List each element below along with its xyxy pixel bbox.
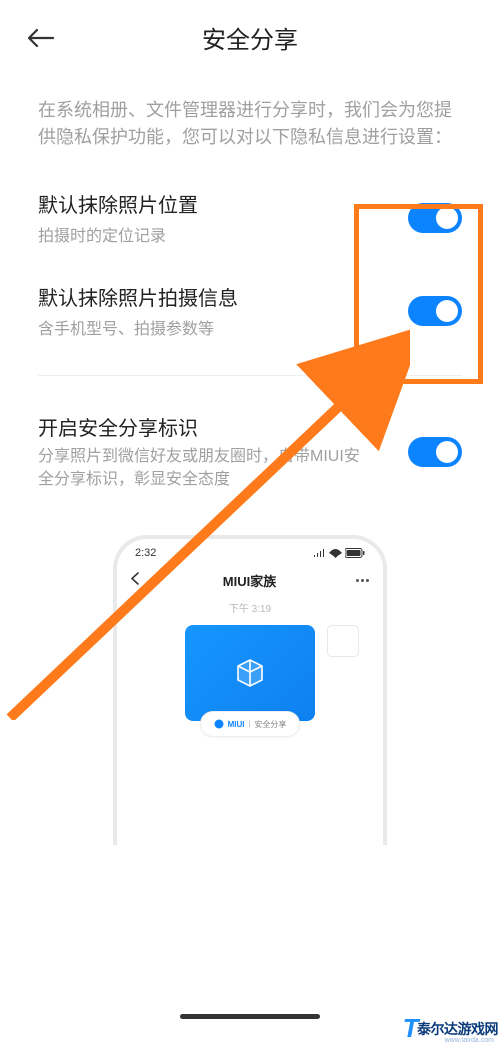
setting-subtitle: 分享照片到微信好友或朋友圈时，自带MIUI安全分享标识，彰显安全态度 [38, 445, 368, 491]
toggle-remove-capture-info[interactable] [408, 296, 462, 326]
page-description: 在系统相册、文件管理器进行分享时，我们会为您提供隐私保护功能，您可以对以下隐私信… [0, 69, 500, 171]
setting-remove-capture-info[interactable]: 默认抹除照片拍摄信息 含手机型号、拍摄参数等 [0, 264, 500, 357]
mock-secure-badge: MIUI | 安全分享 [200, 711, 300, 737]
mock-status-icons [313, 548, 365, 558]
page-title: 安全分享 [24, 20, 476, 55]
mock-avatar-placeholder [327, 625, 359, 657]
cube-icon [235, 658, 265, 688]
toggle-remove-location[interactable] [408, 203, 462, 233]
mock-image-card: MIUI | 安全分享 [185, 625, 315, 721]
home-indicator [180, 1014, 320, 1019]
mock-chat-title: MIUI家族 [143, 571, 356, 590]
preview-illustration: 2:32 MIUI家族 下午 3:19 [0, 535, 500, 845]
setting-title: 默认抹除照片位置 [38, 189, 408, 218]
mock-chat-time: 下午 3:19 [117, 598, 383, 625]
setting-remove-location[interactable]: 默认抹除照片位置 拍摄时的定位记录 [0, 171, 500, 264]
setting-secure-share-badge[interactable]: 开启安全分享标识 分享照片到微信好友或朋友圈时，自带MIUI安全分享标识，彰显安… [0, 394, 500, 509]
mock-status-time: 2:32 [135, 547, 156, 559]
mock-more-icon [356, 579, 369, 582]
watermark: T 泰尔达游戏网 www.tairda.com [403, 1013, 498, 1044]
divider [38, 375, 462, 376]
phone-mockup: 2:32 MIUI家族 下午 3:19 [113, 535, 387, 845]
mock-back-icon [131, 572, 143, 590]
setting-title: 默认抹除照片拍摄信息 [38, 282, 408, 311]
setting-subtitle: 拍摄时的定位记录 [38, 222, 408, 246]
toggle-secure-share-badge[interactable] [408, 437, 462, 467]
miui-badge-icon [214, 719, 224, 729]
setting-title: 开启安全分享标识 [38, 412, 408, 441]
setting-subtitle: 含手机型号、拍摄参数等 [38, 315, 408, 339]
